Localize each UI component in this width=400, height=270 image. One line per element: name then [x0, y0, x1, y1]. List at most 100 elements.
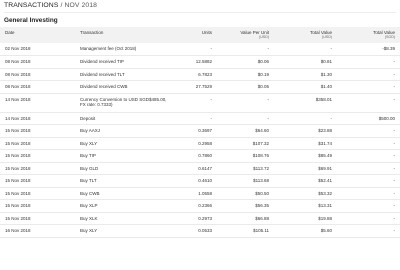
cell-total-value-usd: - [330, 115, 333, 121]
table-row: 08 Nov 2018 Dividend received TIP 12.5882 $… [0, 56, 400, 68]
column-header-value-per-unit-label: Value Per Unit [240, 30, 269, 35]
cell-total-value-sgd: - [393, 71, 396, 77]
cell-date: 15 Nov 2018 [5, 153, 31, 158]
column-header-total-value-sgd-currency: (SGD) [384, 35, 395, 40]
cell-total-value-usd: $1.30 [320, 71, 332, 77]
cell-date: 16 Nov 2018 [5, 228, 31, 233]
transactions-table-body: 02 Nov 2018 Management fee (Oct 2018) - - - -… [0, 43, 400, 237]
table-row: 08 Nov 2018 Dividend received TLT 6.7823 $0… [0, 68, 400, 81]
cell-date: 15 Nov 2018 [5, 203, 31, 208]
column-header-total-value-usd-currency: (USD) [322, 35, 332, 40]
table-row: 02 Nov 2018 Management fee (Oct 2018) - - - -… [0, 43, 400, 56]
cell-units: 0.2366 [198, 203, 212, 208]
cell-total-value-usd: $19.88 [318, 215, 332, 221]
cell-transaction: Buy XLY [80, 140, 98, 146]
cell-value-per-unit: $105.11 [253, 228, 269, 233]
cell-date: 02 Nov 2018 [5, 46, 31, 51]
cell-units: 12.5882 [195, 59, 212, 64]
cell-total-value-sgd: - [393, 96, 396, 102]
cell-transaction: Buy GLD [80, 165, 99, 171]
cell-total-value-sgd: - [393, 215, 396, 221]
cell-transaction: Currency Conversion to USD SGD$485.00, F… [80, 96, 167, 107]
page-title: TRANSACTIONS [4, 2, 59, 9]
cell-value-per-unit: $64.60 [255, 128, 269, 133]
table-row: 15 Nov 2018 Buy CWB 1.0558 $50.50 $53.32 - [0, 187, 400, 200]
cell-total-value-usd: $5.60 [320, 228, 332, 233]
cell-value-per-unit: $107.32 [252, 140, 269, 146]
cell-transaction: Buy TIP [80, 153, 96, 158]
cell-transaction: Deposit [80, 115, 96, 121]
table-row: 15 Nov 2018 Buy XLY 0.2958 $107.32 $31.74 - [0, 137, 400, 150]
cell-total-value-usd: $52.41 [318, 178, 332, 183]
cell-date: 15 Nov 2018 [5, 165, 31, 171]
cell-value-per-unit: - [267, 96, 270, 102]
table-row: 08 Nov 2018 Dividend received CWB 27.7529 $… [0, 81, 400, 93]
cell-total-value-sgd: - [393, 178, 396, 183]
column-header-units: Units [201, 30, 212, 35]
cell-total-value-sgd: -$8.39 [382, 46, 395, 51]
table-row: 15 Nov 2018 Buy XLP 0.2366 $56.35 $13.31 - [0, 200, 400, 212]
cell-total-value-sgd: - [393, 165, 396, 171]
cell-transaction: Dividend received TLT [80, 71, 125, 77]
cell-value-per-unit: - [267, 115, 270, 121]
cell-value-per-unit: $113.68 [253, 178, 269, 183]
cell-total-value-usd: $23.88 [318, 128, 332, 133]
cell-value-per-unit: $0.06 [257, 59, 269, 64]
cell-total-value-sgd: - [393, 203, 396, 208]
cell-transaction: Dividend received TIP [80, 59, 124, 64]
breadcrumb-separator: / [60, 2, 63, 9]
cell-value-per-unit: $113.72 [253, 165, 269, 171]
table-row: 14 Nov 2018 Deposit - - - $500.00 [0, 112, 400, 125]
table-row: 15 Nov 2018 Buy GLD 0.6147 $113.72 $69.91 - [0, 162, 400, 175]
column-header-date: Date [5, 30, 15, 35]
table-row: 16 Nov 2018 Buy XLY 0.0533 $105.11 $5.60 - [0, 225, 400, 237]
column-header-value-per-unit-currency: (USD) [259, 35, 269, 40]
cell-date: 15 Nov 2018 [5, 215, 31, 221]
cell-total-value-usd: $31.74 [318, 140, 332, 146]
cell-date: 08 Nov 2018 [5, 59, 31, 64]
cell-units: 0.4610 [198, 178, 212, 183]
cell-value-per-unit: $0.05 [257, 84, 269, 89]
column-header-total-value-usd-label: Total Value [310, 30, 332, 35]
column-header-total-value-sgd-label: Total Value [373, 30, 395, 35]
cell-total-value-usd: $358.01 [315, 96, 332, 102]
cell-total-value-sgd: - [393, 190, 396, 196]
cell-total-value-sgd: - [393, 59, 396, 64]
cell-units: 27.7529 [195, 84, 212, 89]
table-row: 15 Nov 2018 Buy TLT 0.4610 $113.68 $52.41 - [0, 175, 400, 187]
column-header-value-per-unit: Value Per Unit (USD) [212, 27, 269, 43]
cell-value-per-unit: $66.88 [255, 215, 269, 221]
table-row: 15 Nov 2018 Buy TIP 0.7860 $108.76 $85.49 - [0, 150, 400, 162]
cell-transaction: Management fee (Oct 2018) [80, 46, 137, 51]
cell-value-per-unit: $0.19 [257, 71, 269, 77]
cell-units: 6.7823 [198, 71, 212, 77]
cell-units: - [210, 96, 213, 102]
cell-date: 08 Nov 2018 [5, 71, 31, 77]
cell-value-per-unit: $108.76 [252, 153, 269, 158]
section-title: General Investing [4, 17, 58, 24]
cell-units: 0.3697 [198, 128, 212, 133]
cell-date: 15 Nov 2018 [5, 178, 31, 183]
statement-period: NOV 2018 [64, 2, 97, 9]
cell-total-value-usd: $85.49 [318, 153, 332, 158]
transactions-table: Date Transaction Units Value Per Unit (U… [0, 27, 400, 238]
table-row: 15 Nov 2018 Buy AAXJ 0.3697 $64.60 $23.88 - [0, 125, 400, 137]
column-header-total-value-sgd: Total Value (SGD) [332, 27, 400, 43]
page-header: TRANSACTIONS / NOV 2018 [4, 0, 396, 13]
cell-total-value-usd: $1.40 [320, 84, 332, 89]
cell-date: 15 Nov 2018 [5, 140, 31, 146]
cell-transaction: Buy AAXJ [80, 128, 101, 133]
cell-units: 0.2958 [198, 140, 212, 146]
cell-total-value-sgd: $500.00 [378, 115, 395, 121]
cell-date: 15 Nov 2018 [5, 190, 31, 196]
cell-total-value-sgd: - [393, 153, 396, 158]
cell-total-value-sgd: - [393, 140, 396, 146]
cell-units: - [210, 115, 213, 121]
cell-date: 14 Nov 2018 [5, 115, 31, 121]
cell-transaction: Buy XLK [80, 215, 98, 221]
cell-date: 14 Nov 2018 [5, 96, 31, 102]
cell-units: 0.0533 [198, 228, 212, 233]
cell-date: 08 Nov 2018 [5, 84, 31, 89]
column-header-transaction: Transaction [80, 30, 104, 35]
cell-transaction: Dividend received CWB [80, 84, 128, 89]
